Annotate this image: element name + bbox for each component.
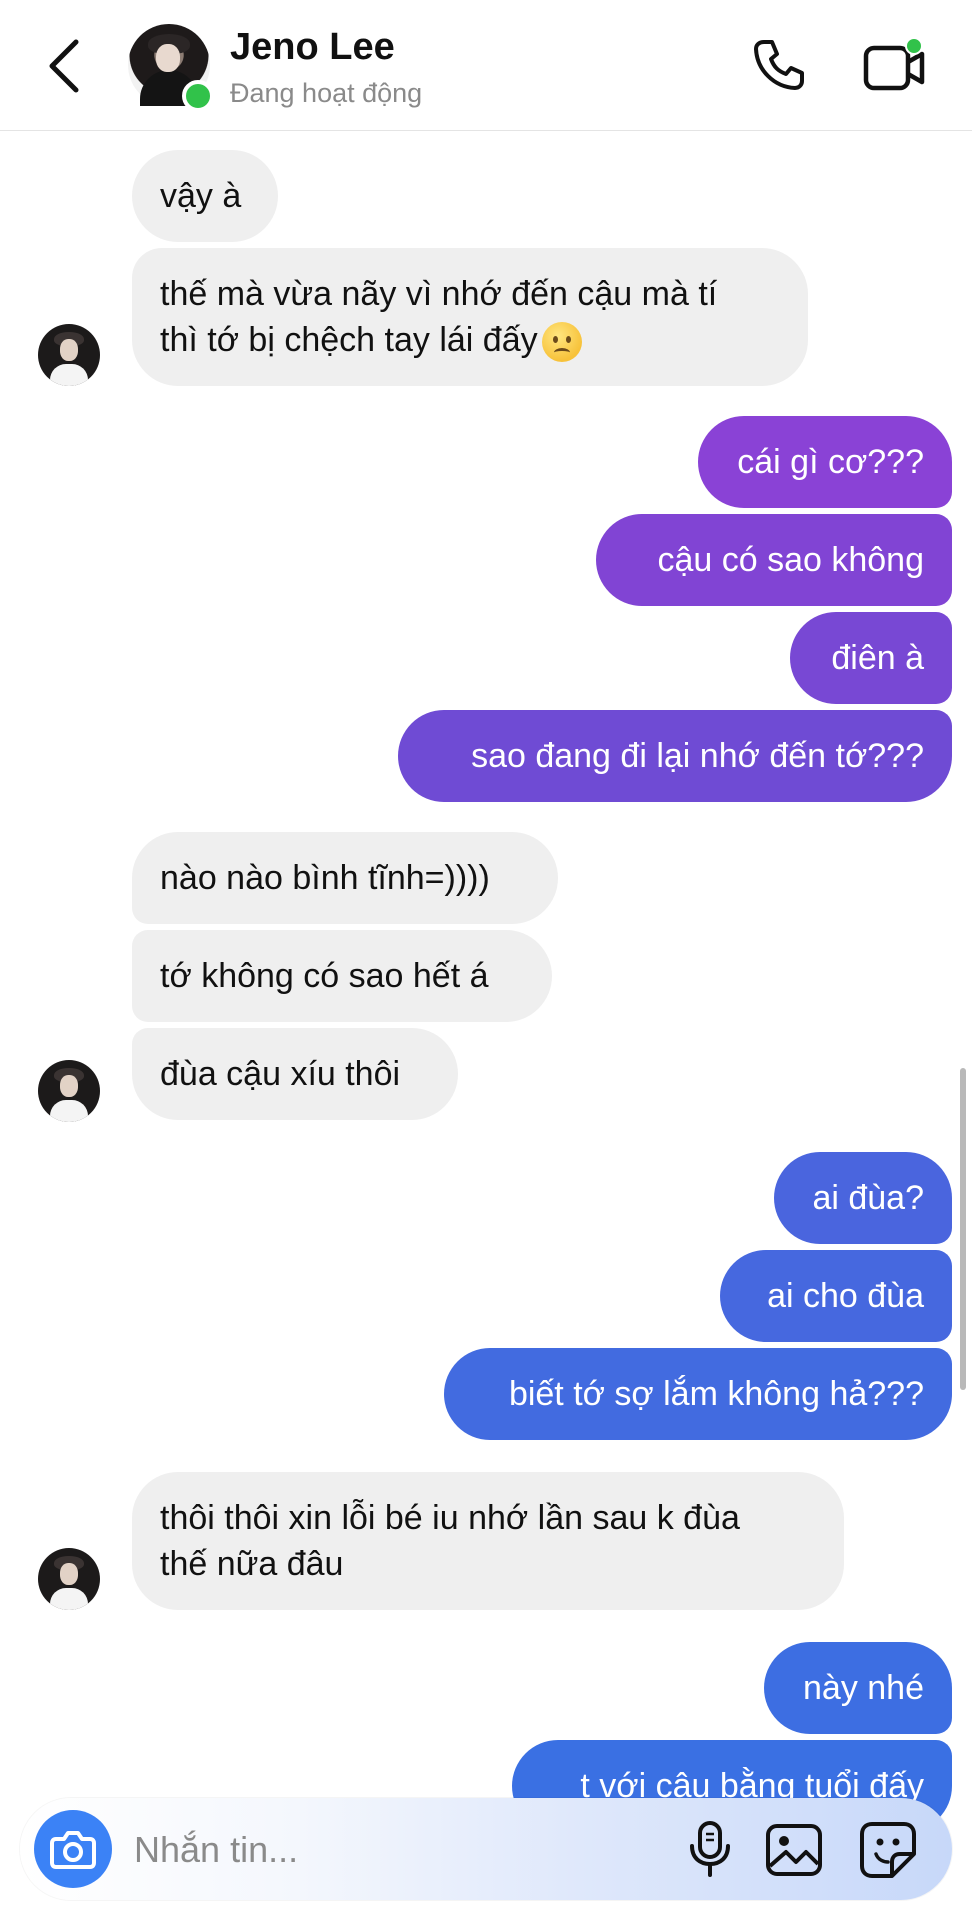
camera-icon <box>50 1831 96 1869</box>
contact-avatar-small[interactable] <box>38 1548 100 1610</box>
camera-button[interactable] <box>34 1810 112 1888</box>
online-status-dot <box>182 80 214 112</box>
message-text: biết tớ sợ lắm không hả??? <box>508 1375 924 1413</box>
outgoing-message[interactable]: ai đùa? <box>774 1152 952 1244</box>
message-composer <box>20 1798 952 1900</box>
message-list[interactable]: vậy à thế mà vừa nãy vì nhớ đến cậu mà t… <box>0 130 972 1900</box>
contact-avatar-small[interactable] <box>38 324 100 386</box>
message-text: cậu có sao không <box>657 541 924 579</box>
outgoing-message[interactable]: này nhé <box>764 1642 952 1734</box>
back-arrow-icon[interactable] <box>42 36 86 96</box>
outgoing-message[interactable]: điên à <box>790 612 952 704</box>
message-text: này nhé <box>803 1669 924 1707</box>
outgoing-message[interactable]: cái gì cơ??? <box>698 416 952 508</box>
message-text: sao đang đi lại nhớ đến tớ??? <box>471 737 924 775</box>
message-input[interactable] <box>132 1820 536 1880</box>
incoming-message[interactable]: nào nào bình tĩnh=)))) <box>132 832 558 924</box>
message-text: cái gì cơ??? <box>737 443 924 481</box>
outgoing-message[interactable]: sao đang đi lại nhớ đến tớ??? <box>398 710 952 802</box>
incoming-message[interactable]: vậy à <box>132 150 278 242</box>
outgoing-message[interactable]: biết tớ sợ lắm không hả??? <box>444 1348 952 1440</box>
incoming-message[interactable]: thế mà vừa nãy vì nhớ đến cậu mà tí thì … <box>132 248 808 386</box>
contact-status: Đang hoạt động <box>230 78 423 108</box>
message-text: đùa cậu xíu thôi <box>160 1055 401 1093</box>
incoming-message[interactable]: tớ không có sao hết á <box>132 930 552 1022</box>
video-camera-icon[interactable] <box>862 38 928 94</box>
worried-face-emoji <box>541 322 582 363</box>
chat-header: Jeno Lee Đang hoạt động <box>0 0 972 131</box>
message-text: ai cho đùa <box>767 1277 924 1315</box>
message-text: vậy à <box>160 177 242 215</box>
scrollbar[interactable] <box>960 1068 966 1390</box>
message-text: nào nào bình tĩnh=)))) <box>160 859 490 897</box>
contact-name[interactable]: Jeno Lee <box>230 26 395 69</box>
message-text: điên à <box>831 639 924 677</box>
gallery-icon[interactable] <box>764 1822 824 1878</box>
outgoing-message[interactable]: cậu có sao không <box>596 514 952 606</box>
message-text: thôi thôi xin lỗi bé iu nhớ lần sau k đù… <box>160 1499 740 1583</box>
message-text: thế mà vừa nãy vì nhớ đến cậu mà tí thì … <box>160 271 717 363</box>
contact-avatar-small[interactable] <box>38 1060 100 1122</box>
outgoing-message[interactable]: ai cho đùa <box>720 1250 952 1342</box>
microphone-icon[interactable] <box>684 1820 736 1878</box>
incoming-message[interactable]: thôi thôi xin lỗi bé iu nhớ lần sau k đù… <box>132 1472 844 1610</box>
incoming-message[interactable]: đùa cậu xíu thôi <box>132 1028 458 1120</box>
sticker-icon[interactable] <box>858 1820 918 1880</box>
message-text: ai đùa? <box>812 1179 924 1217</box>
message-text: tớ không có sao hết á <box>160 957 489 995</box>
phone-icon[interactable] <box>750 36 808 94</box>
